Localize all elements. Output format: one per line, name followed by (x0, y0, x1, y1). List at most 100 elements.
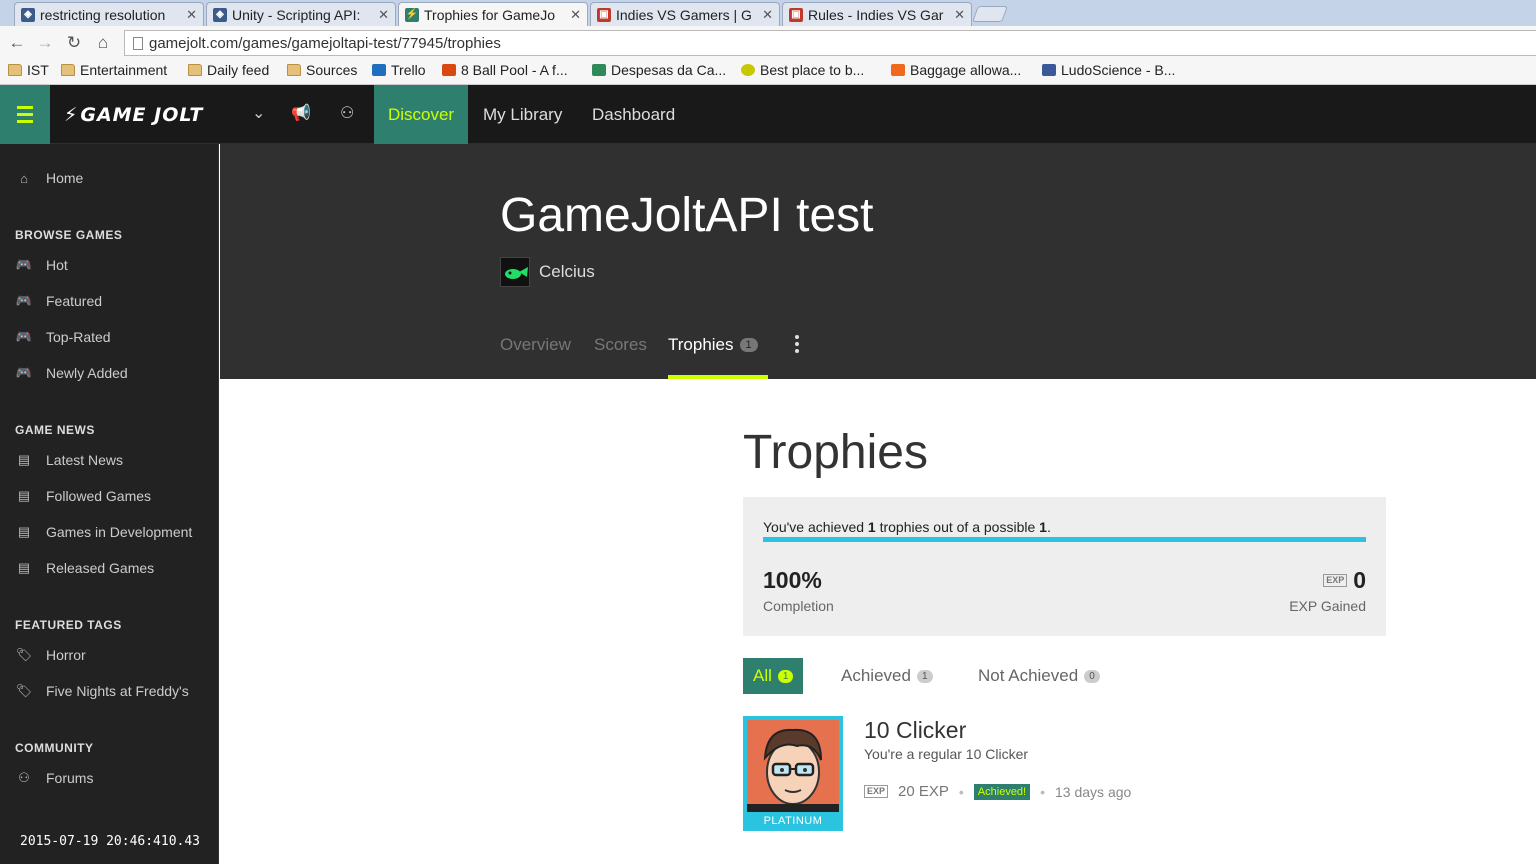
filter-all[interactable]: All 1 (743, 658, 804, 694)
sidebar-item-hot[interactable]: 🎮 Hot (15, 257, 68, 273)
address-bar[interactable]: gamejolt.com/games/gamejoltapi-test/7794… (124, 30, 1536, 56)
gamepad-icon: 🎮 (15, 329, 33, 344)
timestamp-overlay: 2015-07-19 20:46:410.43 (20, 834, 201, 849)
sidebar-item-latest-news[interactable]: ▤ Latest News (15, 452, 123, 468)
sidebar-item-horror[interactable]: 🏷 Horror (15, 647, 86, 663)
sidebar-item-games-in-development[interactable]: ▤ Games in Development (15, 524, 192, 540)
community-icon[interactable]: ⚇ (340, 103, 354, 123)
filter-achieved[interactable]: Achieved 1 (831, 658, 943, 694)
reload-icon[interactable]: ↻ (64, 33, 84, 53)
trophy-image (747, 720, 839, 812)
bookmark-8-ball-pool[interactable]: 8 Ball Pool - A f... (442, 62, 568, 78)
exp-icon: EXP (864, 785, 889, 798)
tab-title: Trophies for GameJo (424, 6, 555, 23)
filter-count-badge: 0 (1084, 669, 1100, 683)
home-icon[interactable]: ⌂ (93, 33, 113, 53)
game-header (220, 144, 1536, 379)
newspaper-icon: ▤ (17, 560, 31, 575)
browser-tab[interactable]: ▣ Indies VS Gamers | G ✕ (590, 2, 780, 26)
bookmark-daily-feed[interactable]: Daily feed (188, 62, 269, 78)
filter-count-badge: 1 (916, 669, 933, 683)
gamepad-icon: 🎮 (15, 257, 33, 272)
trophy-time: 13 days ago (1055, 783, 1132, 800)
close-icon[interactable]: ✕ (954, 7, 965, 23)
sidebar-item-featured[interactable]: 🎮 Featured (15, 293, 102, 309)
trophy-description: You're a regular 10 Clicker (864, 746, 1029, 762)
filter-not-achieved[interactable]: Not Achieved 0 (968, 658, 1110, 694)
summary-text: You've achieved 1 trophies out of a poss… (763, 519, 1051, 535)
page-icon (133, 37, 143, 50)
nav-discover[interactable]: Discover (374, 85, 468, 144)
trophy-meta: EXP 20 EXP • Achieved! • 13 days ago (864, 783, 1131, 800)
new-tab-button[interactable] (972, 6, 1008, 22)
trophies-count-badge: 1 (739, 338, 758, 352)
facebook-icon (1042, 64, 1056, 76)
close-icon[interactable]: ✕ (378, 7, 389, 23)
gamejolt-favicon-icon: ⚡ (405, 7, 419, 22)
bookmark-despesas[interactable]: Despesas da Ca... (592, 62, 726, 78)
browser-tab[interactable]: ◈ restricting resolution ✕ (14, 2, 204, 26)
separator-dot: • (1040, 783, 1046, 800)
bookmark-ludoscience[interactable]: LudoScience - B... (1042, 62, 1175, 78)
developer-name[interactable]: Celcius (539, 262, 595, 282)
more-options-icon[interactable] (795, 335, 801, 353)
tab-title: Unity - Scripting API: (232, 6, 361, 23)
bookmark-baggage[interactable]: Baggage allowa... (891, 62, 1021, 78)
indies-favicon-icon: ▣ (789, 7, 803, 22)
completion-label: Completion (763, 598, 834, 614)
bookmark-trello[interactable]: Trello (372, 62, 426, 78)
sidebar-item-followed-games[interactable]: ▤ Followed Games (15, 488, 151, 504)
home-icon: ⌂ (20, 170, 28, 186)
site-topnav: ⚡ GAME JOLT ⌄ 📢 ⚇ Discover My Library Das… (0, 85, 1536, 144)
trello-icon (372, 64, 386, 76)
sidebar-item-newly-added[interactable]: 🎮 Newly Added (15, 365, 128, 381)
chevron-down-icon[interactable]: ⌄ (252, 103, 265, 123)
sheet-icon (592, 64, 606, 76)
bookmark-best-place[interactable]: Best place to b... (741, 62, 864, 78)
gamejolt-logo[interactable]: ⚡ GAME JOLT (64, 104, 203, 126)
avatar-image (505, 267, 528, 279)
menu-icon[interactable] (0, 85, 50, 144)
tab-overview[interactable]: Overview (500, 335, 571, 355)
bolt-icon: ⚡ (64, 104, 79, 126)
close-icon[interactable]: ✕ (762, 7, 773, 23)
sidebar-heading-community: COMMUNITY (15, 741, 94, 755)
game-title: GameJoltAPI test (500, 189, 874, 242)
newspaper-icon: ▤ (17, 524, 31, 539)
trophy-thumbnail[interactable]: PLATINUM (743, 716, 843, 831)
sidebar-item-home[interactable]: ⌂ Home (15, 170, 83, 186)
close-icon[interactable]: ✕ (570, 7, 581, 23)
trophy-title[interactable]: 10 Clicker (864, 717, 966, 744)
sidebar-item-top-rated[interactable]: 🎮 Top-Rated (15, 329, 111, 345)
forward-arrow-icon[interactable]: → (35, 33, 55, 53)
browser-tab[interactable]: ◈ Unity - Scripting API: ✕ (206, 2, 396, 26)
tab-title: restricting resolution (40, 6, 166, 23)
developer-avatar[interactable] (500, 257, 530, 287)
gamepad-icon: 🎮 (15, 293, 33, 308)
tab-scores[interactable]: Scores (594, 335, 647, 355)
exp-icon: EXP (1323, 574, 1348, 587)
bookmark-ist[interactable]: IST (8, 62, 49, 78)
tag-icon: 🏷 (15, 647, 33, 662)
bookmark-entertainment[interactable]: Entertainment (61, 62, 167, 78)
sidebar-item-released-games[interactable]: ▤ Released Games (15, 560, 154, 576)
back-arrow-icon[interactable]: ← (7, 33, 27, 53)
nav-my-library[interactable]: My Library (483, 105, 562, 125)
tab-trophies[interactable]: Trophies 1 (668, 335, 758, 355)
bookmarks-bar: IST Entertainment Daily feed Sources Tre… (0, 59, 1536, 85)
browser-tab[interactable]: ▣ Rules - Indies VS Gar ✕ (782, 2, 972, 26)
sidebar-item-fnaf[interactable]: 🏷 Five Nights at Freddy's (15, 683, 189, 699)
megaphone-icon[interactable]: 📢 (291, 103, 311, 123)
sidebar-item-forums[interactable]: ⚇ Forums (15, 770, 93, 786)
browser-tab-active[interactable]: ⚡ Trophies for GameJo ✕ (398, 2, 588, 26)
smiley-icon (741, 64, 755, 76)
forums-icon: ⚇ (18, 770, 30, 785)
bookmark-sources[interactable]: Sources (287, 62, 357, 78)
close-icon[interactable]: ✕ (186, 7, 197, 23)
trophy-summary: You've achieved 1 trophies out of a poss… (743, 497, 1386, 636)
sidebar-heading-featured-tags: FEATURED TAGS (15, 618, 122, 632)
progress-bar (763, 537, 1366, 542)
filter-count-badge: 1 (777, 669, 794, 683)
url-text: gamejolt.com/games/gamejoltapi-test/7794… (149, 35, 501, 52)
nav-dashboard[interactable]: Dashboard (592, 105, 675, 125)
